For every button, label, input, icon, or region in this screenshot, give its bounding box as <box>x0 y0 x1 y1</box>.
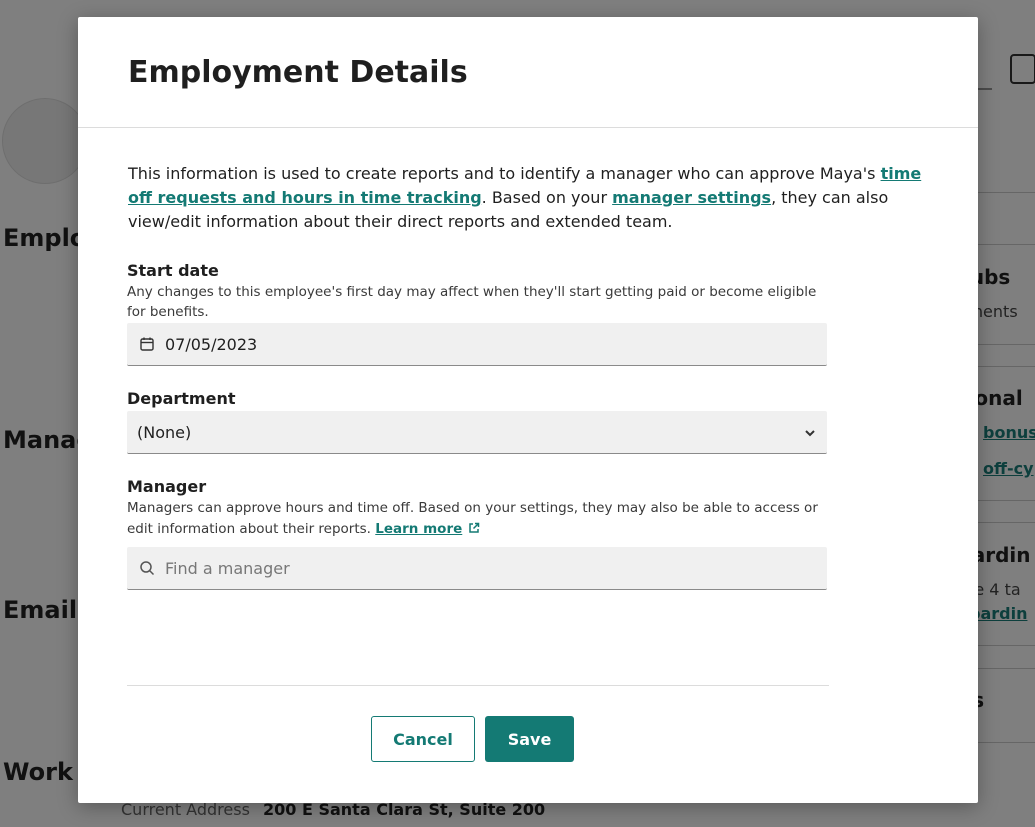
learn-more-label: Learn more <box>375 521 463 537</box>
calendar-icon <box>139 336 155 352</box>
modal-header-divider <box>78 127 978 128</box>
intro-text-part-1: This information is used to create repor… <box>128 164 881 183</box>
learn-more-link[interactable]: Learn more <box>375 521 480 537</box>
manager-search-input[interactable]: Find a manager <box>127 547 827 590</box>
start-date-value: 07/05/2023 <box>165 334 258 354</box>
chevron-down-icon <box>803 425 817 439</box>
manager-help: Managers can approve hours and time off.… <box>127 498 832 540</box>
department-select[interactable]: (None) <box>127 411 827 454</box>
employment-details-modal: Employment Details This information is u… <box>78 17 978 803</box>
search-icon <box>139 560 155 576</box>
modal-title: Employment Details <box>128 55 468 90</box>
start-date-input[interactable]: 07/05/2023 <box>127 323 827 366</box>
save-button[interactable]: Save <box>485 716 574 762</box>
manager-label: Manager <box>127 477 207 496</box>
modal-footer-divider <box>127 685 829 686</box>
department-value: (None) <box>137 422 192 442</box>
cancel-button[interactable]: Cancel <box>371 716 475 762</box>
manager-search-placeholder: Find a manager <box>165 558 290 578</box>
start-date-label: Start date <box>127 261 219 280</box>
start-date-help: Any changes to this employee's first day… <box>127 284 817 320</box>
manager-settings-link[interactable]: manager settings <box>612 188 771 207</box>
department-label: Department <box>127 389 236 408</box>
intro-text-part-2: . Based on your <box>481 188 613 207</box>
external-link-icon <box>468 520 480 533</box>
intro-text: This information is used to create repor… <box>128 162 933 234</box>
